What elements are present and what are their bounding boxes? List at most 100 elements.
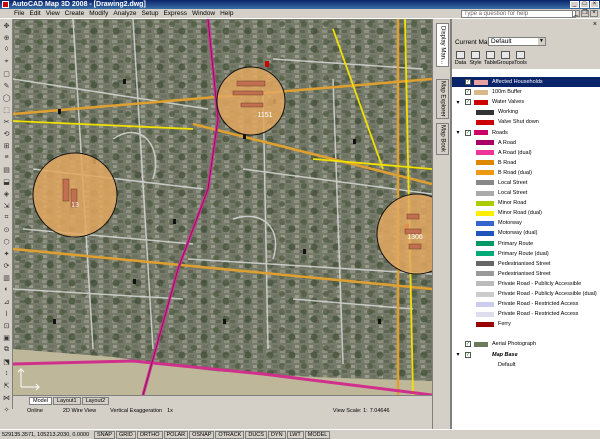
data-tool-button[interactable]: Data <box>455 51 466 66</box>
left-tool-icon[interactable]: ⬓ <box>1 176 12 187</box>
layer-row[interactable]: Minor Road <box>452 198 600 208</box>
layer-row[interactable]: Local Street <box>452 188 600 198</box>
left-tool-icon[interactable]: ⊕ <box>1 32 12 43</box>
left-tool-icon[interactable]: ▢ <box>1 68 12 79</box>
tab-display-manager[interactable]: Display Man... <box>436 23 449 67</box>
view-scale-value[interactable]: 7.04646 <box>370 408 390 414</box>
style-tool-button[interactable]: Style <box>469 51 482 66</box>
layer-visibility-checkbox[interactable]: ✓ <box>465 129 471 136</box>
layer-row[interactable]: B Road (dual) <box>452 168 600 178</box>
left-tool-icon[interactable]: ⟲ <box>1 128 12 139</box>
left-tool-icon[interactable]: ✧ <box>1 404 12 415</box>
minimize-button[interactable]: _ <box>570 1 579 8</box>
layer-row[interactable]: Local Street <box>452 178 600 188</box>
panel-close-icon[interactable]: × <box>593 21 597 28</box>
help-search-input[interactable]: Type a question for help <box>461 10 576 18</box>
left-tool-icon[interactable]: ⬡ <box>1 236 12 247</box>
autocad-app-icon[interactable] <box>2 1 9 8</box>
left-tool-icon[interactable]: ◈ <box>1 188 12 199</box>
menu-create[interactable]: Create <box>65 10 85 17</box>
left-tool-icon[interactable]: ◊ <box>1 44 12 55</box>
left-tool-icon[interactable]: ✎ <box>1 80 12 91</box>
menu-analyze[interactable]: Analyze <box>113 10 136 17</box>
layer-row[interactable]: Private Road - Restricted Access <box>452 299 600 309</box>
ortho-toggle[interactable]: ORTHO <box>136 430 163 439</box>
expand-toggle-icon[interactable]: ▾ <box>455 129 461 136</box>
layer-row[interactable]: Ferry <box>452 319 600 329</box>
layer-row[interactable] <box>452 329 600 339</box>
layer-row[interactable]: Motorway (dual) <box>452 228 600 238</box>
expand-toggle-icon[interactable]: ▾ <box>455 351 461 358</box>
left-tool-icon[interactable]: ↕ <box>1 368 12 379</box>
layer-row[interactable]: Primary Route (dual) <box>452 249 600 259</box>
left-tool-icon[interactable]: ⬚ <box>1 104 12 115</box>
menu-window[interactable]: Window <box>192 10 215 17</box>
command-line-area[interactable] <box>0 416 432 429</box>
left-tool-icon[interactable]: ⋈ <box>1 392 12 403</box>
layer-row[interactable]: Pedestrianised Street <box>452 269 600 279</box>
layer-row[interactable]: Private Road - Publicly Accessible <box>452 279 600 289</box>
left-tool-icon[interactable]: ✂ <box>1 116 12 127</box>
layer-visibility-checkbox[interactable]: ✓ <box>465 79 471 86</box>
menu-edit[interactable]: Edit <box>29 10 40 17</box>
menu-file[interactable]: File <box>14 10 24 17</box>
layer-row[interactable]: ▾ ✓ Map Base <box>452 350 600 360</box>
view-mode[interactable]: 2D Wire View <box>63 408 96 414</box>
online-status[interactable]: Online <box>27 408 43 414</box>
layer-row[interactable]: Pedestrianised Street <box>452 259 600 269</box>
left-tool-icon[interactable]: ✥ <box>1 20 12 31</box>
tab-map-explorer[interactable]: Map Explorer <box>436 79 449 119</box>
menu-modify[interactable]: Modify <box>89 10 108 17</box>
dyn-toggle[interactable]: DYN <box>267 430 286 439</box>
left-tool-icon[interactable]: ⊡ <box>1 320 12 331</box>
map-view[interactable]: 13 1151 1306 <box>13 19 432 395</box>
layer-row[interactable]: ✓ Affected Households <box>452 77 600 88</box>
tab-layout2[interactable]: Layout2 <box>81 397 110 405</box>
layer-row[interactable]: Private Road - Publicly Accessible (dual… <box>452 289 600 299</box>
left-tool-icon[interactable]: ≡ <box>1 152 12 163</box>
left-tool-icon[interactable]: ▤ <box>1 164 12 175</box>
menu-setup[interactable]: Setup <box>141 10 158 17</box>
left-tool-icon[interactable]: ⌗ <box>1 212 12 223</box>
otrack-toggle[interactable]: OTRACK <box>215 430 245 439</box>
layer-row[interactable]: ▾ ✓ Roads <box>452 127 600 137</box>
table-tool-button[interactable]: Table <box>484 51 497 66</box>
layer-row[interactable]: ✓ 100m Buffer <box>452 87 600 97</box>
osnap-toggle[interactable]: OSNAP <box>189 430 215 439</box>
layer-row[interactable]: Default <box>452 360 600 370</box>
tab-model[interactable]: Model <box>29 397 52 405</box>
layer-visibility-checkbox[interactable]: ✓ <box>465 99 471 106</box>
lwt-toggle[interactable]: LWT <box>286 430 304 439</box>
left-tool-icon[interactable]: ⟳ <box>1 260 12 271</box>
left-tool-icon[interactable]: ▣ <box>1 332 12 343</box>
left-tool-icon[interactable]: ⬔ <box>1 356 12 367</box>
left-tool-icon[interactable]: ⌖ <box>1 56 12 67</box>
layer-visibility-checkbox[interactable]: ✓ <box>465 341 471 348</box>
menu-view[interactable]: View <box>46 10 60 17</box>
layer-row[interactable]: B Road <box>452 158 600 168</box>
left-tool-icon[interactable]: ⇲ <box>1 200 12 211</box>
tab-layout1[interactable]: Layout1 <box>52 397 81 405</box>
grid-toggle[interactable]: GRID <box>115 430 136 439</box>
layer-row[interactable]: A Road (dual) <box>452 148 600 158</box>
layer-row[interactable]: Valve Shut down <box>452 117 600 127</box>
left-tool-icon[interactable]: ⊿ <box>1 296 12 307</box>
model-toggle[interactable]: MODEL <box>304 430 331 439</box>
layer-row[interactable]: Minor Road (dual) <box>452 208 600 218</box>
chevron-down-icon[interactable]: ▼ <box>538 38 545 45</box>
left-tool-icon[interactable]: ⇱ <box>1 380 12 391</box>
layer-row[interactable]: A Road <box>452 138 600 148</box>
layer-row[interactable]: Working <box>452 107 600 117</box>
left-tool-icon[interactable]: ⊙ <box>1 224 12 235</box>
layer-row[interactable]: Private Road - Restricted Access <box>452 309 600 319</box>
expand-toggle-icon[interactable]: ▾ <box>455 99 461 106</box>
left-tool-icon[interactable]: ◐ <box>1 284 12 295</box>
layer-row[interactable]: Primary Route <box>452 239 600 249</box>
tools-tool-button[interactable]: Tools <box>514 51 527 66</box>
polar-toggle[interactable]: POLAR <box>163 430 189 439</box>
left-tool-icon[interactable]: ⧉ <box>1 344 12 355</box>
snap-toggle[interactable]: SNAP <box>94 430 115 439</box>
doc-close-button[interactable]: × <box>590 10 598 17</box>
left-tool-icon[interactable]: ⊞ <box>1 140 12 151</box>
doc-minimize-button[interactable]: _ <box>572 10 580 17</box>
